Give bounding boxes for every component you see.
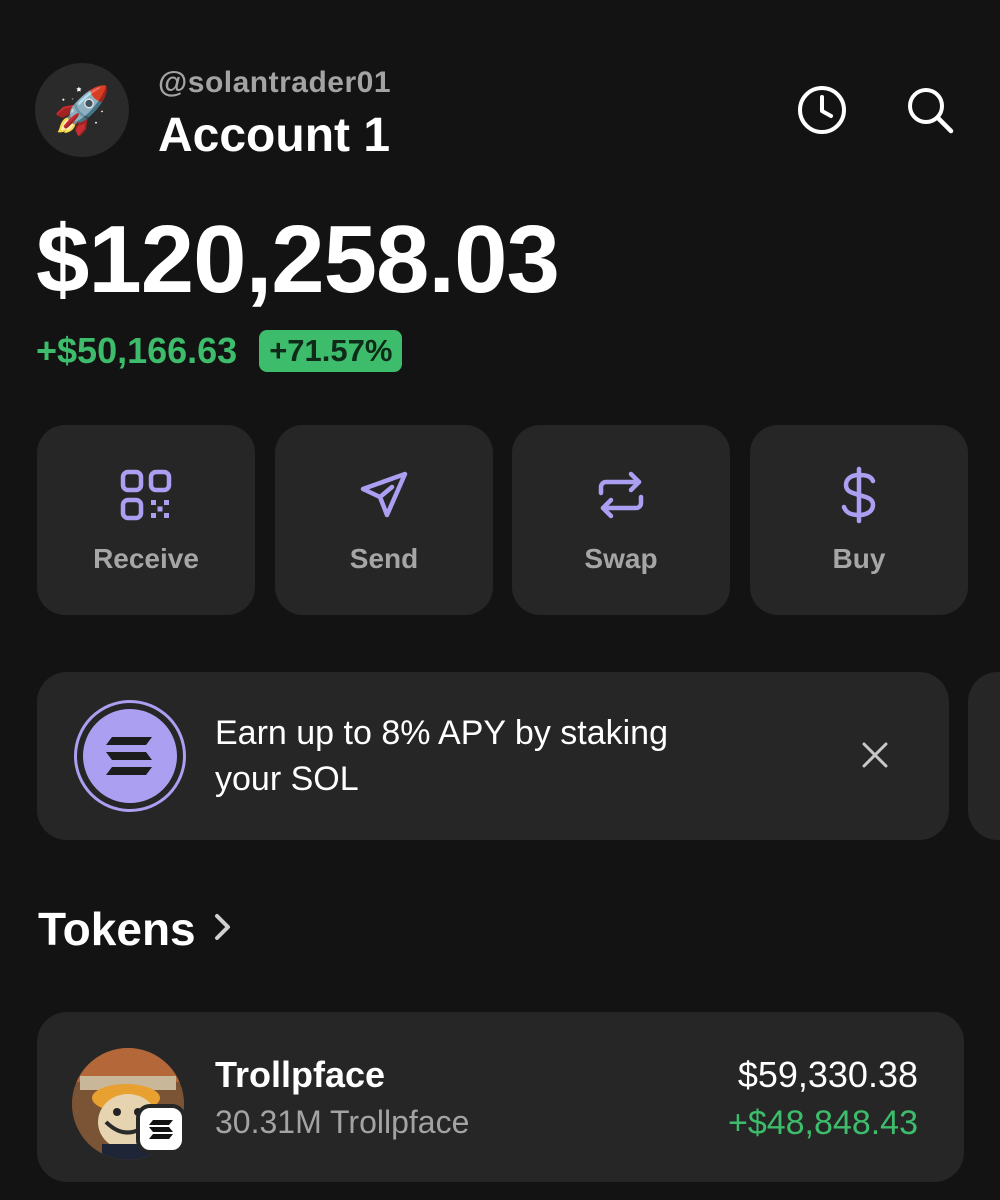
solana-logo-icon [74,700,186,812]
tokens-title: Tokens [38,903,196,955]
account-avatar[interactable]: 🚀 [35,63,129,157]
dollar-icon [750,465,968,525]
qr-code-icon [37,465,255,525]
account-name[interactable]: Account 1 [158,108,390,163]
swap-button[interactable]: Swap [512,425,730,615]
tokens-section-header[interactable]: Tokens [38,902,234,956]
token-name: Trollpface [215,1054,386,1095]
send-label: Send [349,543,419,574]
send-icon [275,465,493,525]
swap-label: Swap [584,543,658,574]
send-button[interactable]: Send [275,425,493,615]
close-icon[interactable] [857,737,893,773]
buy-label: Buy [832,543,886,574]
token-change: +$48,848.43 [727,1104,918,1142]
staking-promo-card[interactable]: Earn up to 8% APY by staking your SOL [37,672,949,840]
total-balance: $120,258.03 [36,206,560,313]
swap-icon [512,465,730,525]
balance-change-percent-badge: +71.57% [259,330,403,372]
receive-label: Receive [93,543,199,574]
promo-text-line1: Earn up to 8% APY by staking [215,714,668,752]
token-value: $59,330.38 [737,1054,918,1095]
promo-text-line2: your SOL [215,760,359,798]
token-row[interactable]: Trollpface 30.31M Trollpface $59,330.38 … [37,1012,964,1182]
solana-chain-badge-icon [136,1104,186,1154]
rocket-icon: 🚀 [53,83,111,136]
balance-change-amount: +$50,166.63 [36,330,238,371]
account-handle[interactable]: @solantrader01 [158,66,391,100]
receive-button[interactable]: Receive [37,425,255,615]
next-promo-card-peek[interactable] [968,672,1000,840]
buy-button[interactable]: Buy [750,425,968,615]
search-icon[interactable] [902,82,958,138]
balance-change-row: +$50,166.63 +71.57% [36,330,403,372]
promo-text: Earn up to 8% APY by staking your SOL [215,710,775,802]
chevron-right-icon [212,911,234,948]
token-amount: 30.31M Trollpface [215,1104,470,1140]
history-icon[interactable] [794,82,850,138]
